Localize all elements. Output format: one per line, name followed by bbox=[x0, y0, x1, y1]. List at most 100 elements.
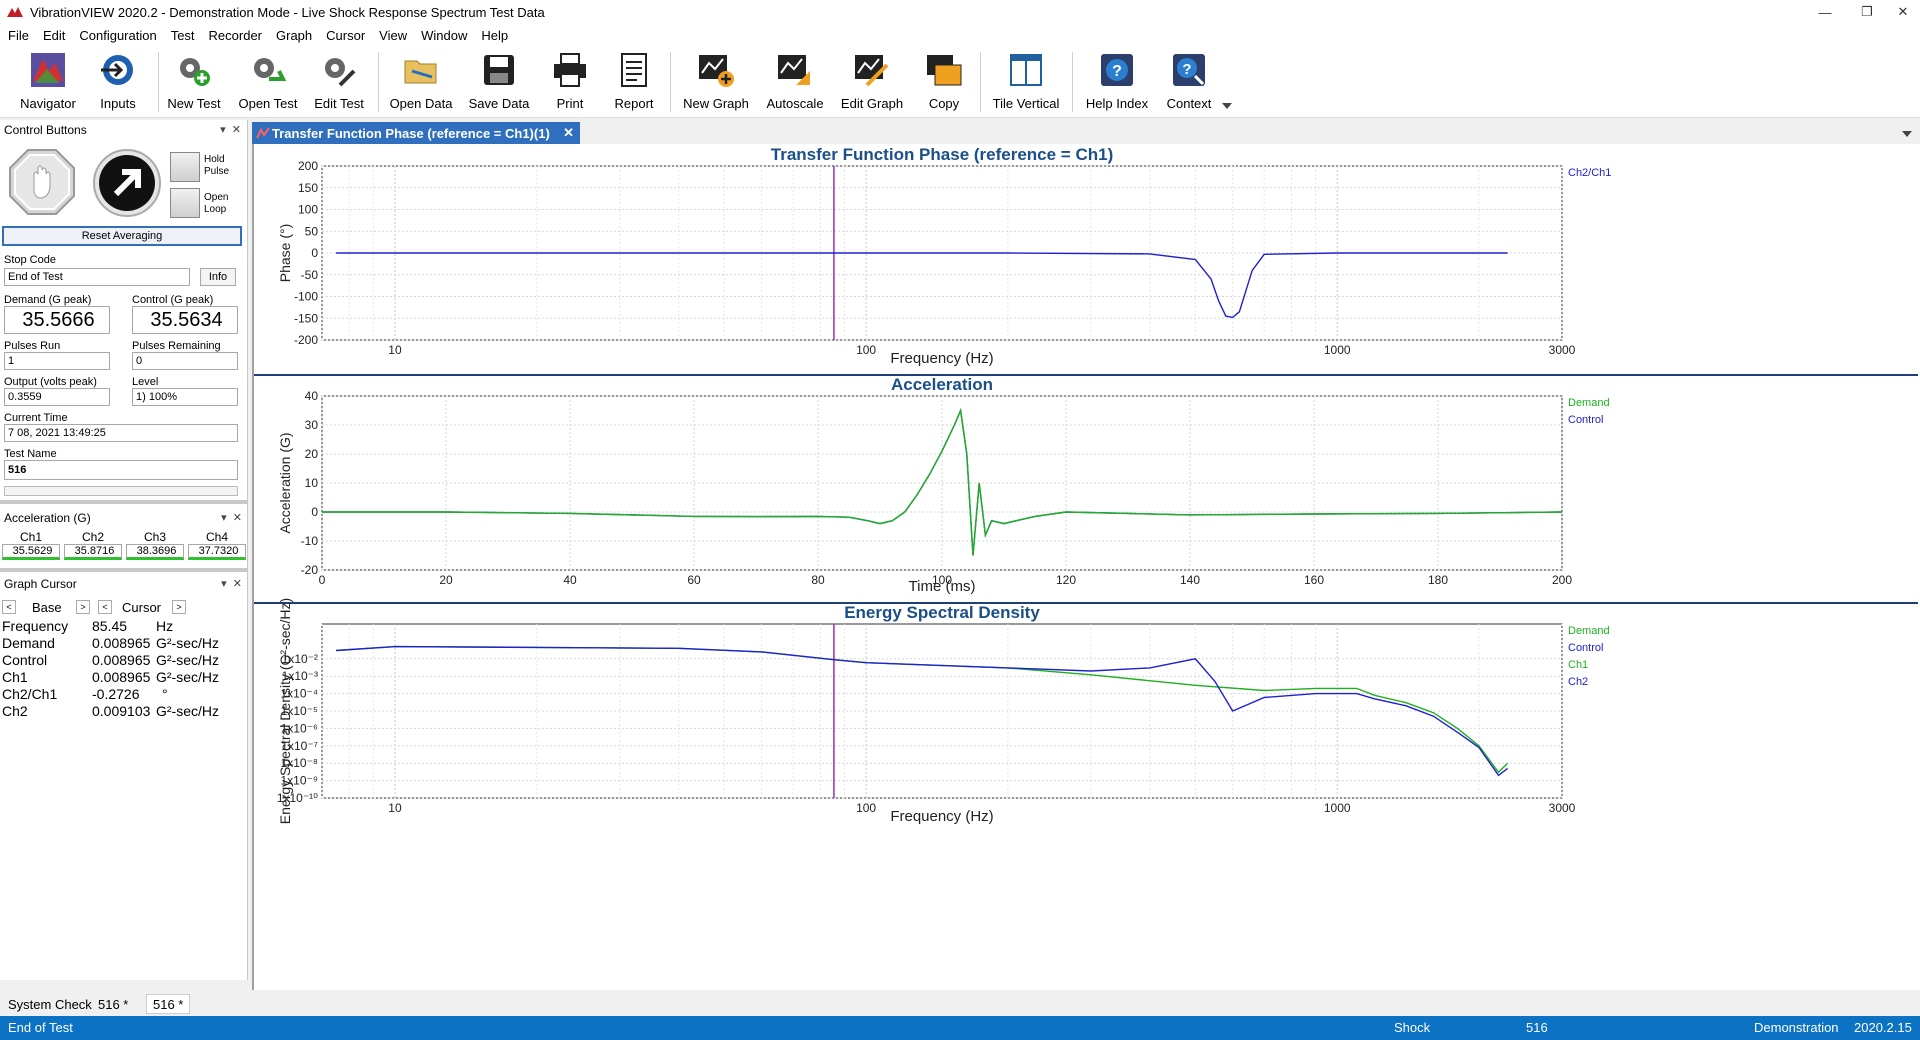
x-axis-label: Time (ms) bbox=[909, 578, 976, 595]
status-test-type: Shock bbox=[1394, 1020, 1431, 1035]
panel-controls-icon[interactable]: ▾ ✕ bbox=[221, 511, 242, 524]
stop-button[interactable] bbox=[8, 148, 76, 216]
edit-test-button[interactable]: Edit Test bbox=[310, 50, 368, 116]
close-button[interactable]: ✕ bbox=[1880, 0, 1920, 24]
open-data-button[interactable]: Open Data bbox=[386, 50, 456, 116]
help-index-button[interactable]: ? Help Index bbox=[1082, 50, 1152, 116]
cursor-prev-button[interactable]: < bbox=[98, 600, 112, 614]
x-tick-label: 10 bbox=[388, 801, 402, 815]
tab-list-icon[interactable] bbox=[1902, 130, 1912, 138]
x-tick-label: 1000 bbox=[1324, 343, 1351, 357]
autoscale-button[interactable]: Autoscale bbox=[764, 50, 826, 116]
menu-file[interactable]: File bbox=[8, 28, 29, 43]
demand-value: 35.5666 bbox=[4, 306, 110, 334]
left-panel: Control Buttons ▾ ✕ Hold Pulse Open Loop… bbox=[0, 120, 248, 980]
open-loop-label: Open Loop bbox=[204, 192, 229, 215]
y-tick-label: 100 bbox=[298, 203, 318, 217]
open-data-icon bbox=[404, 60, 437, 84]
toolbar-separator bbox=[980, 52, 981, 112]
control-value: 35.5634 bbox=[132, 306, 238, 334]
base-prev-button[interactable]: < bbox=[2, 600, 16, 614]
tab-516[interactable]: 516 * bbox=[92, 994, 134, 1014]
status-mode: Demonstration bbox=[1754, 1020, 1839, 1035]
copy-button[interactable]: Copy bbox=[922, 50, 966, 116]
y-tick-label: -10 bbox=[301, 534, 319, 548]
document-tab[interactable]: Transfer Function Phase (reference = Ch1… bbox=[252, 122, 580, 144]
legend-entry: Demand bbox=[1568, 397, 1610, 409]
context-help-button[interactable]: ? Context bbox=[1164, 50, 1214, 116]
start-button[interactable] bbox=[92, 148, 162, 218]
report-button[interactable]: Report bbox=[610, 50, 658, 116]
cursor-next-button[interactable]: > bbox=[172, 600, 186, 614]
save-data-icon bbox=[484, 55, 514, 85]
graph-cursor-header: Graph Cursor ▾ ✕ bbox=[4, 577, 242, 591]
document-tab-strip: Transfer Function Phase (reference = Ch1… bbox=[252, 122, 1920, 144]
hold-pulse-toggle[interactable] bbox=[170, 152, 200, 182]
x-tick-label: 80 bbox=[811, 573, 825, 587]
panel-controls-icon[interactable]: ▾ ✕ bbox=[220, 123, 241, 136]
copy-icon bbox=[927, 55, 962, 86]
report-icon bbox=[621, 53, 647, 87]
toolbar-separator bbox=[378, 52, 379, 112]
new-test-button[interactable]: New Test bbox=[164, 50, 224, 116]
pulses-remaining-value: 0 bbox=[132, 352, 238, 370]
menu-view[interactable]: View bbox=[379, 28, 407, 43]
tile-vertical-button[interactable]: Tile Vertical bbox=[990, 50, 1062, 116]
channel-value: 38.3696 bbox=[126, 544, 184, 560]
edit-graph-button[interactable]: Edit Graph bbox=[838, 50, 906, 116]
cursor-row: Ch2 0.009103 G²-sec/Hz bbox=[2, 703, 219, 719]
x-tick-label: 10 bbox=[388, 343, 402, 357]
menu-graph[interactable]: Graph bbox=[276, 28, 312, 43]
panel-controls-icon[interactable]: ▾ ✕ bbox=[221, 577, 242, 590]
x-tick-label: 100 bbox=[856, 801, 876, 815]
x-tick-label: 100 bbox=[856, 343, 876, 357]
y-tick-label: -100 bbox=[294, 290, 318, 304]
panel-divider bbox=[0, 500, 248, 504]
graph-doc-icon bbox=[256, 127, 270, 139]
menu-bar: File Edit Configuration Test Recorder Gr… bbox=[0, 24, 1920, 46]
menu-test[interactable]: Test bbox=[171, 28, 195, 43]
svg-text:?: ? bbox=[1112, 63, 1122, 80]
menu-window[interactable]: Window bbox=[421, 28, 467, 43]
minimize-button[interactable]: — bbox=[1802, 0, 1848, 24]
reset-averaging-button[interactable]: Reset Averaging bbox=[2, 226, 242, 246]
charts-svg[interactable]: Transfer Function Phase (reference = Ch1… bbox=[254, 144, 1918, 990]
open-loop-toggle[interactable] bbox=[170, 188, 200, 218]
close-tab-icon[interactable]: ✕ bbox=[563, 125, 574, 141]
open-test-button[interactable]: Open Test bbox=[236, 50, 300, 116]
stop-code-field: End of Test bbox=[4, 268, 190, 286]
save-data-button[interactable]: Save Data bbox=[466, 50, 532, 116]
legend-entry: Ch2 bbox=[1568, 676, 1588, 688]
toolbar: Navigator Inputs New Test Open Test Edit… bbox=[0, 46, 1920, 118]
tab-system-check[interactable]: System Check bbox=[2, 994, 98, 1014]
menu-cursor[interactable]: Cursor bbox=[326, 28, 365, 43]
test-name-value: 516 bbox=[4, 460, 238, 480]
new-graph-button[interactable]: New Graph bbox=[680, 50, 752, 116]
print-button[interactable]: Print bbox=[548, 50, 592, 116]
y-tick-label: 0 bbox=[311, 505, 318, 519]
y-axis-label: Acceleration (G) bbox=[277, 432, 293, 533]
toolbar-overflow-icon[interactable] bbox=[1222, 102, 1232, 110]
pulses-remaining-label: Pulses Remaining bbox=[132, 340, 221, 352]
y-tick-label: -200 bbox=[294, 333, 318, 347]
info-button[interactable]: Info bbox=[200, 268, 236, 286]
x-tick-label: 40 bbox=[563, 573, 577, 587]
cursor-row: Demand 0.008965 G²-sec/Hz bbox=[2, 635, 219, 651]
y-axis-label: Energy Spectral Density (G²-sec/Hz) bbox=[277, 598, 293, 824]
x-tick-label: 3000 bbox=[1549, 343, 1576, 357]
menu-edit[interactable]: Edit bbox=[43, 28, 65, 43]
menu-recorder[interactable]: Recorder bbox=[209, 28, 262, 43]
inputs-icon bbox=[101, 55, 133, 85]
toolbar-separator bbox=[670, 52, 671, 112]
current-time-label: Current Time bbox=[4, 412, 68, 424]
tab-516-active[interactable]: 516 * bbox=[146, 994, 191, 1014]
x-tick-label: 140 bbox=[1180, 573, 1200, 587]
base-next-button[interactable]: > bbox=[76, 600, 90, 614]
inputs-button[interactable]: Inputs bbox=[90, 50, 146, 116]
x-tick-label: 20 bbox=[439, 573, 453, 587]
current-time-value: 7 08, 2021 13:49:25 bbox=[4, 424, 238, 442]
menu-help[interactable]: Help bbox=[481, 28, 508, 43]
context-help-icon: ? bbox=[1173, 54, 1205, 86]
menu-configuration[interactable]: Configuration bbox=[79, 28, 156, 43]
navigator-button[interactable]: Navigator bbox=[18, 50, 78, 116]
